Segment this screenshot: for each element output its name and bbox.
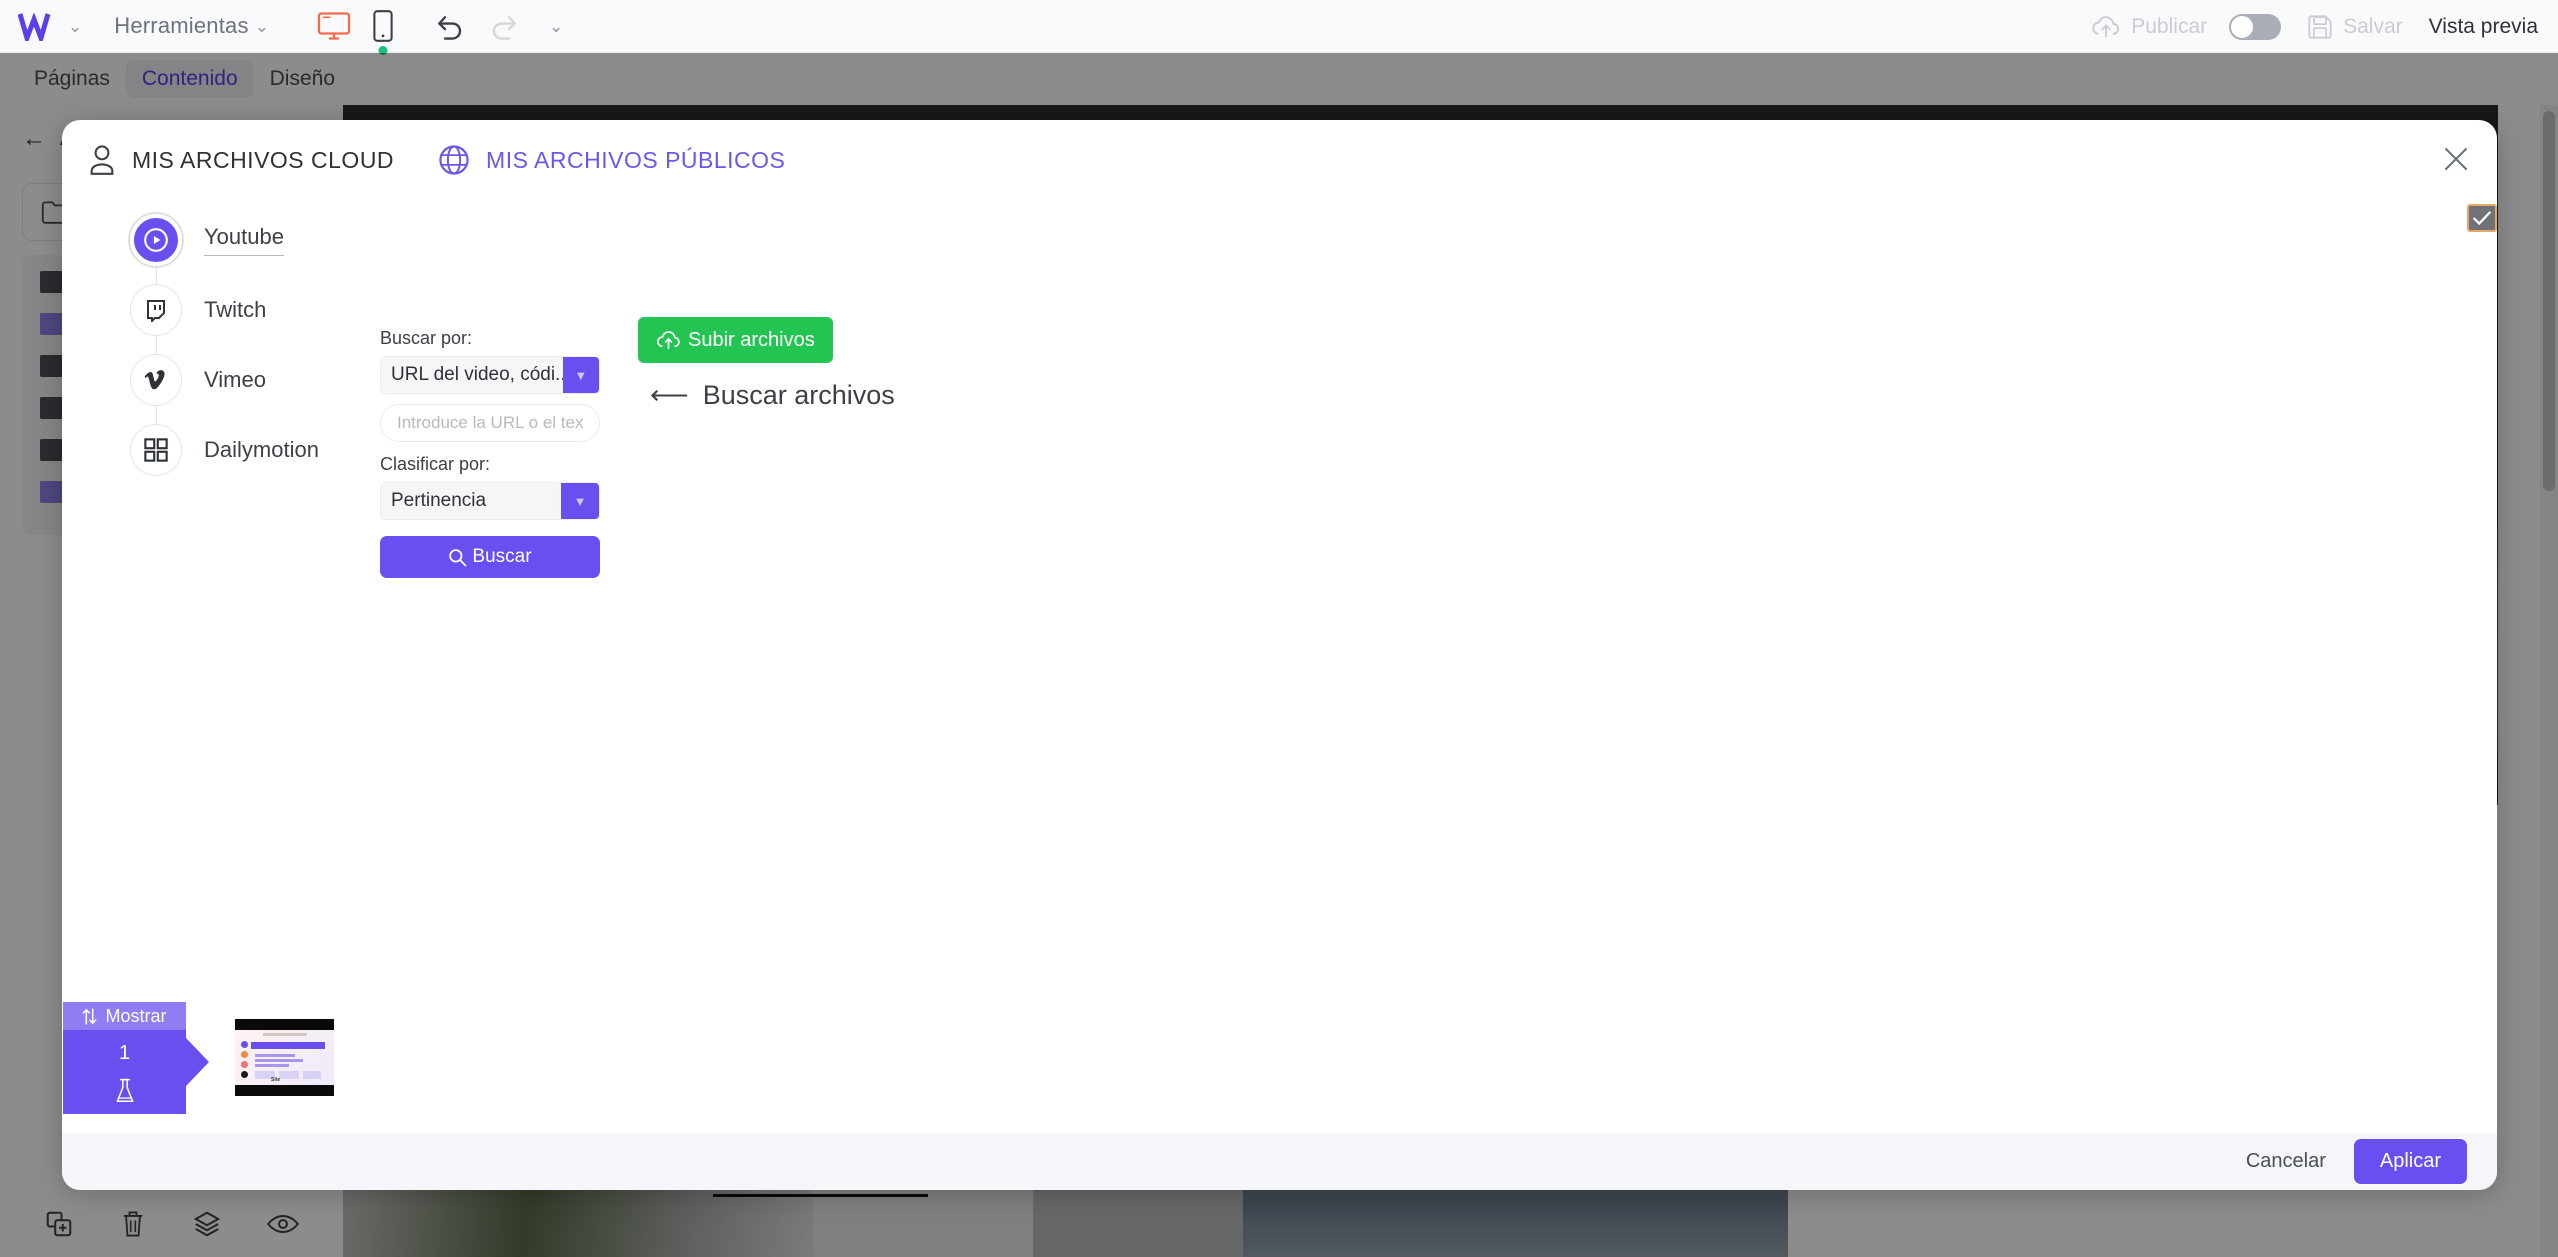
magnifier-icon (448, 548, 467, 567)
toolbar-right-group: Publicar Salvar Vista previa (2091, 0, 2538, 53)
chevron-down-icon: ▼ (561, 483, 599, 519)
chevron-down-icon: ▼ (562, 357, 599, 393)
flask-icon[interactable] (115, 1078, 135, 1104)
mostrar-count: 1 (118, 1042, 131, 1064)
video-platform-list: Youtube Twitch Vimeo Dailymotion (128, 205, 330, 485)
back-link-label: Buscar archivos (702, 380, 895, 410)
twitch-icon (130, 284, 182, 336)
save-label: Salvar (2343, 14, 2403, 38)
sort-by-label: Clasificar por: (380, 454, 491, 474)
publish-group[interactable]: Publicar (2091, 15, 2207, 39)
selection-checkbox[interactable] (2467, 204, 2497, 232)
platform-twitch[interactable]: Twitch (130, 275, 330, 355)
publish-label: Publicar (2131, 14, 2208, 38)
platform-youtube[interactable]: Youtube (128, 205, 330, 285)
desktop-icon[interactable] (317, 11, 351, 41)
dailymotion-icon (130, 424, 182, 476)
chevron-down-icon: ⌄ (254, 16, 269, 36)
platform-label: Dailymotion (204, 437, 319, 462)
search-by-label: Buscar por: (380, 328, 473, 348)
tab-mis-archivos-cloud[interactable]: MIS ARCHIVOS CLOUD (88, 144, 394, 176)
close-icon[interactable] (2439, 142, 2473, 176)
redo-icon (489, 11, 519, 41)
search-query-input[interactable] (380, 404, 600, 442)
cloud-upload-icon (2091, 15, 2121, 39)
platform-label: Vimeo (204, 367, 266, 392)
tab-mis-archivos-publicos[interactable]: MIS ARCHIVOS PÚBLICOS (438, 144, 785, 176)
logo-dropdown-icon[interactable]: ⌄ (68, 18, 82, 35)
publish-toggle[interactable] (2229, 13, 2282, 40)
search-by-select[interactable]: URL del video, códi... ▼ (380, 356, 600, 394)
tools-menu[interactable]: Herramientas ⌄ (114, 13, 275, 39)
w-logo[interactable] (16, 9, 62, 43)
search-by-value: URL del video, códi... (381, 357, 563, 393)
tools-label: Herramientas (114, 13, 249, 38)
app-root: ← Atrás SiteW (0, 0, 2558, 1257)
youtube-icon (128, 212, 184, 268)
user-icon (88, 144, 116, 176)
save-group[interactable]: Salvar (2307, 14, 2403, 40)
arrow-left-icon: ⟵ (650, 380, 689, 410)
mostrar-label: Mostrar (105, 1005, 167, 1026)
platform-label: Youtube (204, 224, 284, 256)
modal-tab-group: MIS ARCHIVOS CLOUD MIS ARCHIVOS PÚBLICOS (88, 144, 785, 176)
upload-files-button[interactable]: Subir archivos (638, 317, 833, 363)
back-to-files-link[interactable]: ⟵ Buscar archivos (650, 380, 895, 411)
media-picker-modal: MIS ARCHIVOS CLOUD MIS ARCHIVOS PÚBLICOS (62, 120, 2497, 1190)
sort-by-value: Pertinencia (381, 483, 561, 519)
tab-label: MIS ARCHIVOS PÚBLICOS (486, 146, 786, 173)
sort-arrows-icon (82, 1007, 97, 1025)
check-icon (2472, 210, 2492, 226)
save-icon (2307, 14, 2333, 40)
sort-by-select[interactable]: Pertinencia ▼ (380, 482, 600, 520)
mostrar-body[interactable]: 1 (63, 1030, 209, 1114)
main-toolbar: ⌄ Herramientas ⌄ ⌄ Publicar Salvar Vista… (0, 0, 2558, 55)
platform-dailymotion[interactable]: Dailymotion (130, 415, 330, 485)
tab-label: MIS ARCHIVOS CLOUD (132, 146, 395, 173)
preview-button[interactable]: Vista previa (2429, 15, 2538, 39)
modal-footer: Cancelar Aplicar (62, 1133, 2497, 1190)
mobile-icon[interactable] (373, 10, 393, 55)
vimeo-icon (130, 354, 182, 406)
slide-thumbnail[interactable]: Site (235, 1019, 334, 1096)
upload-button-label: Subir archivos (688, 328, 815, 351)
thumbnail-preview: Site (235, 1030, 334, 1085)
search-button[interactable]: Buscar (380, 536, 600, 578)
platform-label: Twitch (204, 297, 267, 322)
search-form: Buscar por: URL del video, códi... ▼ Cla… (380, 328, 600, 578)
apply-button[interactable]: Aplicar (2353, 1139, 2467, 1184)
history-dropdown-icon[interactable]: ⌄ (549, 18, 563, 35)
undo-icon[interactable] (435, 11, 465, 41)
modal-header: MIS ARCHIVOS CLOUD MIS ARCHIVOS PÚBLICOS (62, 120, 2497, 196)
mostrar-widget: Mostrar 1 (63, 1002, 209, 1114)
platform-vimeo[interactable]: Vimeo (130, 345, 330, 425)
cloud-upload-icon (656, 330, 681, 350)
mostrar-header[interactable]: Mostrar (63, 1002, 186, 1030)
globe-icon (438, 144, 470, 176)
search-button-label: Buscar (472, 546, 532, 567)
cancel-button[interactable]: Cancelar (2246, 1150, 2326, 1173)
